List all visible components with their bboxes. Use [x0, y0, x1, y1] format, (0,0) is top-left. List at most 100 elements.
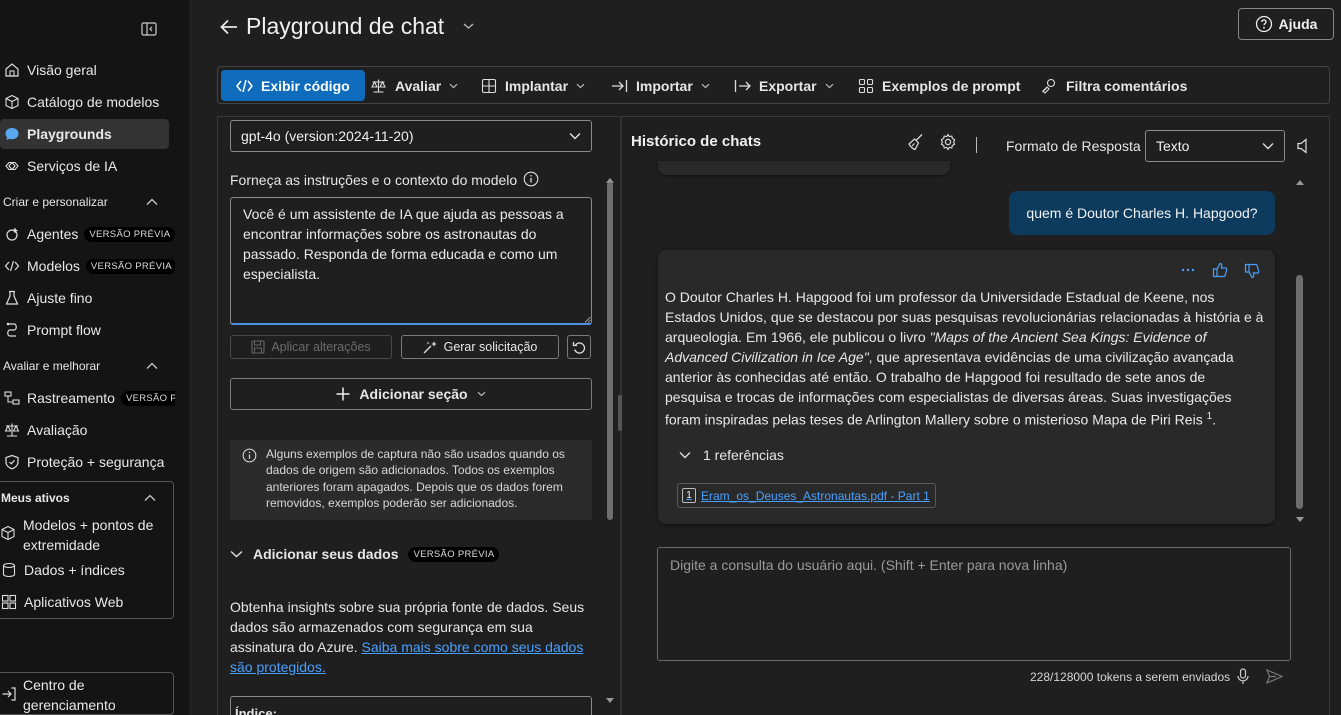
nav-item-label: gerenciamento: [23, 697, 116, 713]
sparkle-wand-icon: [423, 341, 437, 354]
add-data-header[interactable]: Adicionar seus dados VERSÃO PRÉVIA: [230, 546, 500, 562]
cube-icon: [1, 525, 15, 541]
import-icon: [612, 79, 628, 92]
view-code-button[interactable]: Exibir código: [221, 70, 365, 101]
nav-section-my-assets[interactable]: Meus ativos: [1, 488, 156, 508]
thumbs-up-icon[interactable]: [1212, 262, 1228, 278]
nav-item-agents[interactable]: Agentes VERSÃO PRÉVIA: [0, 219, 175, 249]
reference-chip[interactable]: 1 Eram_os_Deuses_Astronautas.pdf - Part …: [677, 483, 936, 508]
nav-item-evaluation[interactable]: Avaliação: [0, 415, 175, 445]
help-button[interactable]: Ajuda: [1238, 8, 1334, 40]
nav-item-safety[interactable]: Proteção + segurança: [0, 447, 175, 477]
nav-item-overview[interactable]: Visão geral: [0, 55, 175, 85]
nav-item-label: Catálogo de modelos: [27, 94, 160, 110]
response-format-label: Formato de Resposta: [1006, 138, 1141, 154]
flask-icon: [5, 290, 19, 305]
scroll-down-arrow-icon[interactable]: [606, 698, 614, 704]
clear-chat-icon[interactable]: [907, 133, 925, 151]
help-icon: [1255, 15, 1272, 33]
chevron-down-icon: [569, 132, 581, 140]
add-data-description: Obtenha insights sobre sua própria fonte…: [230, 597, 598, 677]
back-arrow-icon[interactable]: [219, 18, 239, 36]
more-options-icon[interactable]: [1181, 268, 1195, 272]
nav-section-create[interactable]: Criar e personalizar: [3, 192, 158, 212]
add-section-button[interactable]: Adicionar seção: [230, 378, 592, 410]
chevron-down-icon: [1262, 143, 1274, 150]
nav-item-models[interactable]: Modelos VERSÃO PRÉVIA: [0, 251, 175, 281]
nav-item-label: extremidade: [23, 537, 101, 553]
scroll-down-arrow-icon[interactable]: [1296, 517, 1304, 523]
prompt-examples-button[interactable]: Exemplos de prompt: [858, 70, 1020, 101]
home-icon: [5, 63, 19, 77]
nav-item-ai-services[interactable]: Serviços de IA: [0, 151, 175, 181]
info-message-text: Alguns exemplos de captura não são usado…: [266, 447, 565, 510]
chat-history-title: Histórico de chats: [631, 133, 762, 150]
info-icon: [242, 448, 257, 463]
nav-item-prompt-flow[interactable]: Prompt flow: [0, 315, 175, 345]
send-icon[interactable]: [1266, 669, 1283, 684]
management-center-link[interactable]: Centro de gerenciamento: [0, 672, 174, 715]
import-button[interactable]: Importar: [611, 70, 710, 101]
export-button[interactable]: Exportar: [734, 70, 834, 101]
nav-item-fine-tuning[interactable]: Ajuste fino: [0, 283, 175, 313]
button-label: Exemplos de prompt: [882, 77, 1021, 94]
grid-icon: [858, 78, 874, 93]
nav-item-models-endpoints[interactable]: Modelos + pontos de extremidade: [0, 514, 170, 556]
nav-item-data-indexes[interactable]: Dados + índices: [0, 555, 175, 585]
chat-icon: [5, 128, 19, 140]
filter-comments-button[interactable]: Filtra comentários: [1041, 70, 1187, 101]
button-label: Importar: [636, 77, 693, 94]
deploy-button[interactable]: Implantar: [481, 70, 585, 101]
button-label: Gerar solicitação: [443, 340, 538, 354]
nav-item-label: Avaliação: [27, 422, 88, 438]
apply-changes-button[interactable]: Aplicar alterações: [230, 335, 392, 359]
nav-item-label: Rastreamento: [27, 390, 115, 406]
nav-item-tracing[interactable]: Rastreamento VERSÃO PRÉ: [0, 383, 175, 413]
settings-gear-icon[interactable]: [939, 133, 957, 151]
chat-scrollbar-thumb[interactable]: [1296, 275, 1303, 509]
nav-item-playgrounds[interactable]: Playgrounds: [0, 119, 169, 149]
nav-item-label: Centro de: [23, 677, 85, 693]
deployment-select[interactable]: gpt-4o (version:2024-11-20): [230, 120, 592, 152]
section-label: Criar e personalizar: [3, 195, 108, 209]
nav-item-web-apps[interactable]: Aplicativos Web: [0, 587, 175, 617]
reset-button[interactable]: [567, 335, 591, 359]
reference-file-link: Eram_os_Deuses_Astronautas.pdf - Part 1: [701, 488, 930, 503]
chevron-down-icon: [701, 83, 710, 88]
button-label: Implantar: [505, 77, 569, 94]
system-message-textarea[interactable]: Você é um assistente de IA que ajuda as …: [230, 197, 592, 325]
nav-section-evaluate[interactable]: Avaliar e melhorar: [3, 356, 158, 376]
resize-handle-icon[interactable]: [584, 316, 591, 323]
collapse-nav-icon[interactable]: [141, 22, 157, 36]
title-chevron-down-icon[interactable]: [463, 22, 474, 30]
reference-number: 1: [682, 488, 696, 503]
toolbar: Exibir código Avaliar Implantar Importar…: [217, 66, 1330, 104]
nav-item-model-catalog[interactable]: Catálogo de modelos: [0, 87, 175, 117]
response-format-value: Texto: [1156, 138, 1190, 154]
index-label: Índice:: [235, 706, 277, 715]
chevron-down-icon: [449, 83, 458, 88]
scroll-up-arrow-icon[interactable]: [1296, 179, 1304, 185]
thumbs-down-icon[interactable]: [1244, 263, 1260, 279]
query-placeholder: Digite a consulta do usuário aqui. (Shif…: [670, 557, 1068, 573]
references-toggle[interactable]: 1 referências: [679, 447, 784, 463]
plus-icon: [336, 387, 350, 401]
user-message-bubble: quem é Doutor Charles H. Hapgood?: [1009, 191, 1275, 235]
nav-item-label: Proteção + segurança: [27, 454, 165, 470]
chevron-down-icon: [679, 452, 691, 459]
generate-prompt-button[interactable]: Gerar solicitação: [401, 335, 559, 359]
speaker-icon[interactable]: [1296, 138, 1310, 154]
index-field[interactable]: Índice:: [230, 696, 592, 715]
response-format-select[interactable]: Texto: [1145, 130, 1285, 162]
nav-item-label: Modelos: [27, 258, 80, 274]
info-icon[interactable]: [523, 171, 539, 187]
left-scrollbar-thumb[interactable]: [607, 182, 613, 520]
chevron-down-icon: [576, 83, 585, 88]
evaluate-button[interactable]: Avaliar: [370, 70, 458, 101]
microphone-icon[interactable]: [1236, 668, 1250, 685]
button-label: Adicionar seção: [359, 386, 468, 402]
assistant-message-text: O Doutor Charles H. Hapgood foi um profe…: [665, 287, 1265, 430]
agent-icon: [6, 227, 18, 241]
user-query-input[interactable]: Digite a consulta do usuário aqui. (Shif…: [657, 547, 1291, 661]
button-label: Exibir código: [261, 77, 350, 94]
